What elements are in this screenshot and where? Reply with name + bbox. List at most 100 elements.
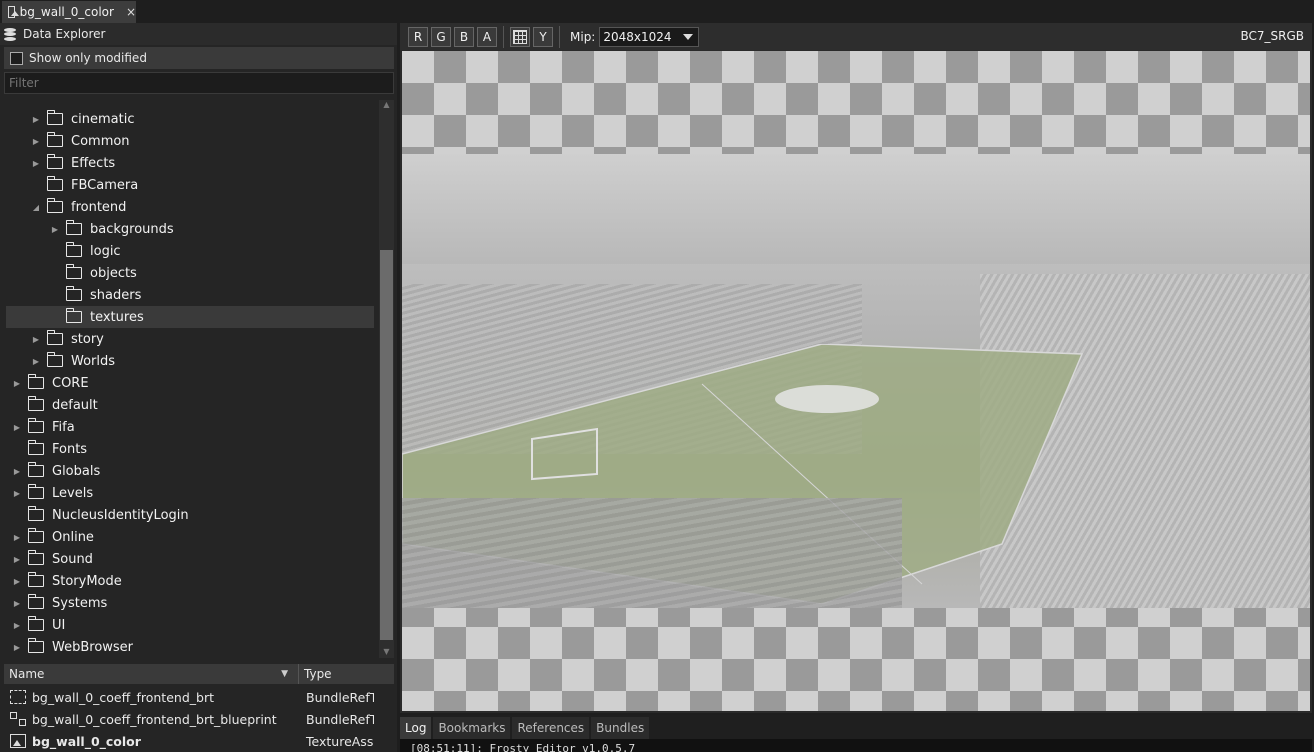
tree-item-backgrounds[interactable]: ▶ backgrounds [0,218,374,240]
data-explorer-panel: Data Explorer Show only modified ▶ cinema… [0,23,397,752]
tree-item-label: Effects [71,155,116,171]
tree-item-nucleusidentitylogin[interactable]: ▶NucleusIdentityLogin [0,504,374,526]
tree-item-frontend[interactable]: ◢ frontend [0,196,374,218]
tree-scrollbar[interactable]: ▲ ▼ [379,100,394,658]
tree-item-sound[interactable]: ▶ Sound [0,548,374,570]
expand-arrow-icon[interactable]: ▶ [50,224,60,234]
tree-item-label: Systems [52,595,108,611]
tree-item-story[interactable]: ▶ story [0,328,374,350]
tree-item-label: Fifa [52,419,75,435]
tree-item-shaders[interactable]: ▶shaders [0,284,374,306]
image-icon [8,6,19,18]
folder-icon [27,396,44,411]
tab-bookmarks[interactable]: Bookmarks [433,717,511,739]
tree-item-label: FBCamera [71,177,139,193]
tree-item-globals[interactable]: ▶ Globals [0,460,374,482]
tree-item-fbcamera[interactable]: ▶FBCamera [0,174,374,196]
folder-icon [27,440,44,455]
expanded-arrow-icon[interactable]: ◢ [31,202,41,212]
mip-value: 2048x1024 [603,29,672,44]
tree-item-effects[interactable]: ▶ Effects [0,152,374,174]
tree-item-ui[interactable]: ▶ UI [0,614,374,636]
tree-item-label: Fonts [52,441,88,457]
tree-item-label: shaders [90,287,142,303]
expand-arrow-icon[interactable]: ▶ [12,532,22,542]
asset-row[interactable]: bg_wall_0_coeff_frontend_brt_blueprint Bu… [4,708,394,730]
scroll-up-icon[interactable]: ▲ [381,100,392,111]
log-output: [08:51:11]: Frosty Editor v1.0.5.7 [400,739,1312,752]
expand-arrow-icon[interactable]: ▶ [31,334,41,344]
tree-item-common[interactable]: ▶ Common [0,130,374,152]
tab-references[interactable]: References [512,717,590,739]
scrollbar-thumb[interactable] [380,250,393,640]
expand-arrow-icon[interactable]: ▶ [12,598,22,608]
tree-item-fonts[interactable]: ▶Fonts [0,438,374,460]
tree-item-webbrowser[interactable]: ▶ WebBrowser [0,636,374,657]
expand-arrow-icon[interactable]: ▶ [12,422,22,432]
folder-icon [65,286,82,301]
document-tab[interactable]: bg_wall_0_color × [2,1,136,23]
tree-item-levels[interactable]: ▶ Levels [0,482,374,504]
asset-type: TextureAss [306,733,374,749]
tab-bundles[interactable]: Bundles [591,717,650,739]
folder-icon [27,572,44,587]
tree-item-label: story [71,331,104,347]
tree-item-fifa[interactable]: ▶ Fifa [0,416,374,438]
channel-r-button[interactable]: R [408,26,428,47]
close-icon[interactable]: × [126,5,136,19]
y-button[interactable]: Y [533,26,553,47]
tree-item-default[interactable]: ▶default [0,394,374,416]
tree-item-logic[interactable]: ▶logic [0,240,374,262]
explorer-header: Data Explorer [0,23,397,45]
toolbar-separator [559,25,560,48]
expand-arrow-icon[interactable]: ▶ [31,158,41,168]
tree-item-label: StoryMode [52,573,122,589]
show-only-modified-toggle[interactable]: Show only modified [4,47,394,69]
tree-item-label: Levels [52,485,94,501]
asset-row[interactable]: bg_wall_0_color TextureAss [4,730,394,752]
folder-icon [46,352,63,367]
tree-item-systems[interactable]: ▶ Systems [0,592,374,614]
tree-item-label: UI [52,617,66,633]
channel-b-button[interactable]: B [454,26,474,47]
show-only-modified-checkbox[interactable] [10,51,23,65]
type-column-header[interactable]: Type [298,664,332,684]
channel-g-button[interactable]: G [431,26,451,47]
expand-arrow-icon[interactable]: ▶ [31,136,41,146]
expand-arrow-icon[interactable]: ▶ [12,554,22,564]
scroll-down-icon[interactable]: ▼ [381,647,392,658]
filter-input[interactable] [4,72,394,94]
bottom-tab-bar: Log Bookmarks References Bundles [400,715,1312,739]
tree-item-label: NucleusIdentityLogin [52,507,189,523]
tree-item-core[interactable]: ▶ CORE [0,372,374,394]
folder-icon [27,418,44,433]
texture-format: BC7_SRGB [1240,29,1304,43]
channel-a-button[interactable]: A [477,26,497,47]
asset-list-header: Name ▼ Type [4,664,394,684]
expand-arrow-icon[interactable]: ▶ [12,488,22,498]
expand-arrow-icon[interactable]: ▶ [12,576,22,586]
texture-viewer: R G B A Y Mip: 2048x1024 BC7_SRGB [400,23,1312,713]
texture-canvas[interactable] [402,51,1310,711]
asset-type: BundleRefT [306,689,374,705]
expand-arrow-icon[interactable]: ▶ [31,114,41,124]
expand-arrow-icon[interactable]: ▶ [12,642,22,652]
folder-icon [46,154,63,169]
asset-row[interactable]: bg_wall_0_coeff_frontend_brt BundleRefT [4,686,394,708]
expand-arrow-icon[interactable]: ▶ [12,466,22,476]
bundle-icon [10,690,26,704]
tree-item-worlds[interactable]: ▶ Worlds [0,350,374,372]
name-column-header[interactable]: Name ▼ [4,667,298,681]
tree-item-online[interactable]: ▶ Online [0,526,374,548]
expand-arrow-icon[interactable]: ▶ [12,620,22,630]
folder-icon [46,176,63,191]
tree-item-objects[interactable]: ▶objects [0,262,374,284]
tab-log[interactable]: Log [400,717,432,739]
grid-toggle-button[interactable] [510,26,530,47]
tree-item-cinematic[interactable]: ▶ cinematic [0,108,374,130]
tree-item-textures[interactable]: ▶textures [6,306,374,328]
expand-arrow-icon[interactable]: ▶ [31,356,41,366]
mip-dropdown[interactable]: 2048x1024 [599,26,700,47]
expand-arrow-icon[interactable]: ▶ [12,378,22,388]
tree-item-storymode[interactable]: ▶ StoryMode [0,570,374,592]
